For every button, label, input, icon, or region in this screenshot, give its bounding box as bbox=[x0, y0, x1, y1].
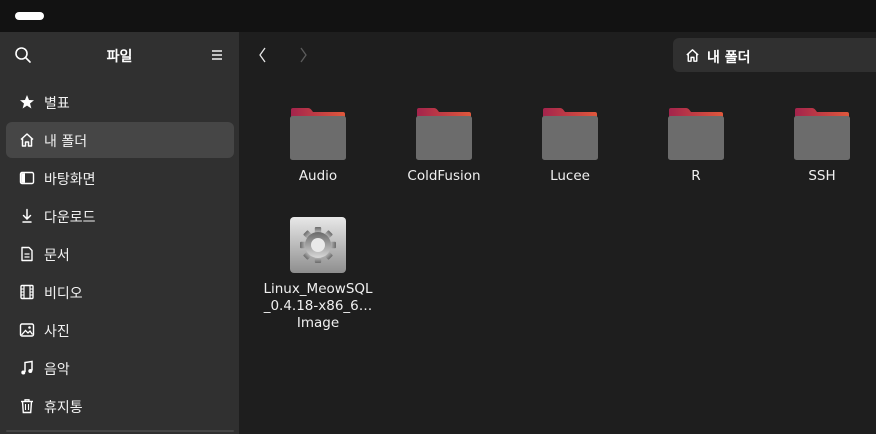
file-name: SSH bbox=[808, 168, 836, 184]
sidebar-item-label: 내 폴더 bbox=[44, 134, 88, 150]
sidebar-item-trash[interactable]: 휴지통 bbox=[6, 388, 234, 424]
back-arrow-icon[interactable] bbox=[252, 44, 274, 66]
sidebar-item-label: 바탕화면 bbox=[44, 172, 96, 188]
menu-icon[interactable] bbox=[206, 44, 228, 66]
sidebar-title: 파일 bbox=[106, 49, 133, 65]
image-icon bbox=[19, 323, 35, 337]
file-item-ssh[interactable]: SSH bbox=[767, 104, 876, 204]
download-icon bbox=[22, 208, 32, 223]
sidebar-item-label: 다운로드 bbox=[44, 210, 96, 226]
home-icon bbox=[20, 133, 34, 147]
home-icon bbox=[686, 49, 699, 62]
sidebar-item-label: 휴지통 bbox=[44, 400, 83, 416]
sidebar-item-label: 비디오 bbox=[44, 286, 83, 302]
film-icon bbox=[20, 284, 34, 300]
star-icon bbox=[20, 95, 34, 109]
folder-icon bbox=[542, 108, 598, 160]
folder-icon bbox=[794, 108, 850, 160]
sidebar: 파일 별표 내 폴더 바탕화면 다운로드 문서 비디오 사진 음악 휴지통 bbox=[0, 32, 239, 434]
file-item-coldfusion[interactable]: ColdFusion bbox=[389, 104, 499, 204]
folder-icon bbox=[668, 108, 724, 160]
gear-icon bbox=[290, 217, 346, 273]
desktop-icon bbox=[19, 171, 35, 185]
sidebar-item-music[interactable]: 음악 bbox=[6, 350, 234, 386]
sidebar-divider bbox=[6, 430, 234, 432]
sidebar-item-home[interactable]: 내 폴더 bbox=[6, 122, 234, 158]
file-name: Audio bbox=[298, 168, 338, 184]
music-icon bbox=[21, 360, 33, 375]
activities-indicator[interactable] bbox=[15, 12, 44, 20]
file-item-appimage[interactable]: Linux_MeowSQL_0.4.18-x86_6… Image bbox=[263, 217, 373, 337]
file-name: ColdFusion bbox=[407, 168, 481, 184]
file-item-r[interactable]: R bbox=[641, 104, 751, 204]
document-icon bbox=[21, 246, 33, 262]
sidebar-item-videos[interactable]: 비디오 bbox=[6, 274, 234, 310]
file-item-audio[interactable]: Audio bbox=[263, 104, 373, 204]
file-name: Linux_MeowSQL_0.4.18-x86_6… Image bbox=[263, 281, 373, 331]
forward-arrow-icon[interactable] bbox=[292, 44, 314, 66]
sidebar-item-label: 별표 bbox=[44, 96, 70, 112]
sidebar-item-label: 사진 bbox=[44, 324, 70, 340]
folder-icon bbox=[290, 108, 346, 160]
folder-icon bbox=[416, 108, 472, 160]
sidebar-header: 파일 bbox=[0, 32, 239, 78]
path-bar[interactable]: 내 폴더 bbox=[673, 38, 876, 72]
sidebar-item-documents[interactable]: 문서 bbox=[6, 236, 234, 272]
file-name: R bbox=[691, 168, 701, 184]
sidebar-item-starred[interactable]: 별표 bbox=[6, 84, 234, 120]
sidebar-item-label: 음악 bbox=[44, 362, 70, 378]
sidebar-item-downloads[interactable]: 다운로드 bbox=[6, 198, 234, 234]
top-bar bbox=[0, 0, 876, 32]
path-label: 내 폴더 bbox=[707, 50, 751, 66]
file-name: Lucee bbox=[550, 168, 590, 184]
sidebar-item-desktop[interactable]: 바탕화면 bbox=[6, 160, 234, 196]
trash-icon bbox=[21, 399, 33, 414]
file-item-lucee[interactable]: Lucee bbox=[515, 104, 625, 204]
sidebar-item-label: 문서 bbox=[44, 248, 70, 264]
sidebar-item-pictures[interactable]: 사진 bbox=[6, 312, 234, 348]
